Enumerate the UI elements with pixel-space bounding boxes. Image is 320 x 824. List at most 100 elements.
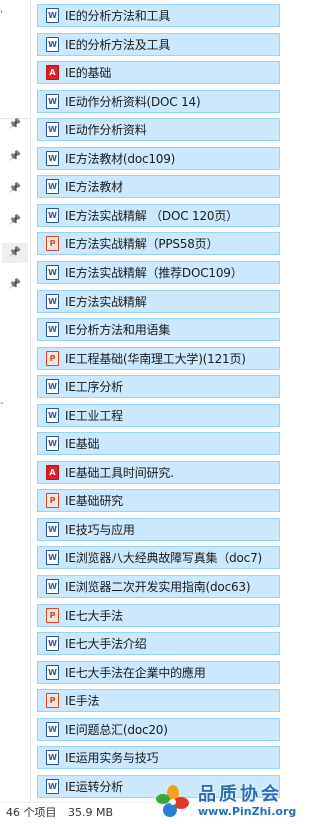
file-row[interactable]: W IE方法教材(doc109) — [37, 146, 280, 170]
selection-size: 35.9 MB — [68, 806, 114, 819]
word-file-icon: W — [46, 36, 59, 52]
pin-icon[interactable]: 📌 — [5, 147, 25, 167]
file-name: IE工序分析 — [65, 380, 123, 395]
file-name: IE手法 — [65, 694, 100, 709]
file-name: IE分析方法和用语集 — [65, 323, 171, 338]
word-file-icon: W — [46, 750, 59, 766]
powerpoint-file-icon: P — [46, 236, 59, 252]
file-row[interactable]: P IE方法实战精解（PPS58页） — [37, 232, 280, 256]
watermark-logo-icon — [156, 785, 189, 817]
file-name: IE基础 — [65, 437, 100, 452]
file-name: IE方法教材 — [65, 180, 123, 195]
file-row[interactable]: W IE浏览器八大经典故障写真集（doc7) — [37, 546, 280, 570]
file-row[interactable]: W IE动作分析资料(DOC 14) — [37, 89, 280, 113]
file-name: IE七大手法介绍 — [65, 637, 147, 652]
nav-edge-mark: - — [0, 398, 4, 409]
word-file-icon: W — [46, 379, 59, 395]
file-row[interactable]: A IE的基础 — [37, 61, 280, 85]
word-file-icon: W — [46, 579, 59, 594]
file-name: IE方法实战精解 — [65, 294, 147, 309]
file-name: IE工业工程 — [65, 408, 123, 423]
file-name: IE运转分析 — [65, 779, 123, 794]
file-name: IE方法实战精解（PPS58页） — [65, 237, 219, 252]
powerpoint-file-icon: P — [46, 493, 59, 509]
file-name: IE技巧与应用 — [65, 522, 135, 537]
file-row[interactable]: W IE问题总汇(doc20) — [37, 717, 280, 741]
file-row[interactable]: W IE方法教材 — [37, 175, 280, 199]
word-file-icon: W — [46, 93, 59, 109]
file-row[interactable]: W IE运用实务与技巧 — [37, 746, 280, 770]
file-name: IE的分析方法及工具 — [65, 37, 171, 52]
word-file-icon: W — [46, 521, 59, 537]
file-name: IE浏览器八大经典故障写真集（doc7) — [65, 551, 262, 566]
file-name: IE方法教材(doc109) — [65, 151, 176, 166]
file-name: IE运用实务与技巧 — [65, 751, 159, 766]
file-name: IE动作分析资料(DOC 14) — [65, 94, 201, 109]
file-name: IE的基础 — [65, 66, 112, 81]
file-row[interactable]: W IE技巧与应用 — [37, 517, 280, 541]
word-file-icon: W — [46, 150, 59, 166]
word-file-icon: W — [46, 436, 59, 452]
file-name: IE基础工具时间研究. — [65, 465, 174, 480]
file-name: IE七大手法 — [65, 608, 123, 623]
powerpoint-file-icon: P — [46, 607, 59, 623]
powerpoint-file-icon: P — [46, 350, 59, 366]
word-file-icon: W — [46, 122, 59, 138]
pin-icon[interactable]: 📌 — [5, 211, 25, 231]
file-row[interactable]: W IE动作分析资料 — [37, 118, 280, 142]
file-row[interactable]: W IE工序分析 — [37, 375, 280, 399]
file-list[interactable]: W IE的分析方法和工具 W IE的分析方法及工具 A IE的基础 W IE动作分析资料(DO… — [37, 0, 280, 802]
word-file-icon: W — [46, 778, 59, 794]
file-row[interactable]: P IE七大手法 — [37, 603, 280, 627]
navigation-pane[interactable]: , - 📌 📌 📌 📌 📌 📌 — [0, 0, 31, 802]
pin-icon[interactable]: 📌 — [2, 243, 28, 263]
word-file-icon: W — [46, 721, 59, 737]
file-row[interactable]: W IE基础 — [37, 432, 280, 456]
file-row[interactable]: P IE手法 — [37, 689, 280, 713]
file-row[interactable]: W IE方法实战精解（推荐DOC109） — [37, 260, 280, 284]
watermark-title: 品质协会 — [198, 784, 282, 805]
file-row[interactable]: P IE基础研究 — [37, 489, 280, 513]
nav-edge-mark: , — [0, 4, 4, 15]
file-name: IE问题总汇(doc20) — [65, 722, 168, 737]
file-row[interactable]: W IE浏览器二次开发实用指南(doc63) — [37, 575, 280, 598]
word-file-icon: W — [46, 8, 59, 23]
word-file-icon: W — [46, 407, 59, 423]
word-file-icon: W — [46, 207, 59, 223]
word-file-icon: W — [46, 550, 59, 566]
file-row[interactable]: W IE七大手法在企業中的應用 — [37, 660, 280, 684]
file-row[interactable]: W IE七大手法介绍 — [37, 632, 280, 656]
file-name: IE方法实战精解 （DOC 120页） — [65, 208, 238, 223]
file-name: IE方法实战精解（推荐DOC109） — [65, 265, 243, 280]
file-row[interactable]: W IE方法实战精解 — [37, 289, 280, 313]
file-name: IE的分析方法和工具 — [65, 9, 171, 23]
file-name: IE动作分析资料 — [65, 123, 147, 138]
navigation-pane-top — [0, 0, 30, 118]
file-name: IE工程基础(华南理工大学)(121页) — [65, 351, 246, 366]
file-name: IE浏览器二次开发实用指南(doc63) — [65, 580, 251, 594]
file-name: IE七大手法在企業中的應用 — [65, 665, 206, 680]
pin-icon[interactable]: 📌 — [5, 275, 25, 295]
pin-icon[interactable]: 📌 — [5, 115, 25, 135]
file-row[interactable]: W IE方法实战精解 （DOC 120页） — [37, 203, 280, 227]
word-file-icon: W — [46, 322, 59, 338]
watermark: 品质协会 www.PinZhi.org — [150, 778, 296, 823]
file-row[interactable]: A IE基础工具时间研究. — [37, 460, 280, 484]
file-row[interactable]: W IE的分析方法和工具 — [37, 4, 280, 27]
word-file-icon: W — [46, 664, 59, 680]
file-row[interactable]: W IE工业工程 — [37, 403, 280, 427]
pdf-file-icon: A — [46, 65, 59, 81]
pdf-file-icon: A — [46, 464, 59, 480]
file-row[interactable]: P IE工程基础(华南理工大学)(121页) — [37, 346, 280, 370]
file-row[interactable]: W IE分析方法和用语集 — [37, 318, 280, 342]
file-row[interactable]: W IE的分析方法及工具 — [37, 32, 280, 56]
pin-icon[interactable]: 📌 — [5, 179, 25, 199]
item-count: 46 个项目 — [6, 806, 57, 819]
file-name: IE基础研究 — [65, 494, 123, 509]
word-file-icon: W — [46, 636, 59, 652]
powerpoint-file-icon: P — [46, 693, 59, 709]
word-file-icon: W — [46, 293, 59, 309]
watermark-url: www.PinZhi.org — [198, 805, 297, 818]
word-file-icon: W — [46, 264, 59, 280]
word-file-icon: W — [46, 179, 59, 195]
